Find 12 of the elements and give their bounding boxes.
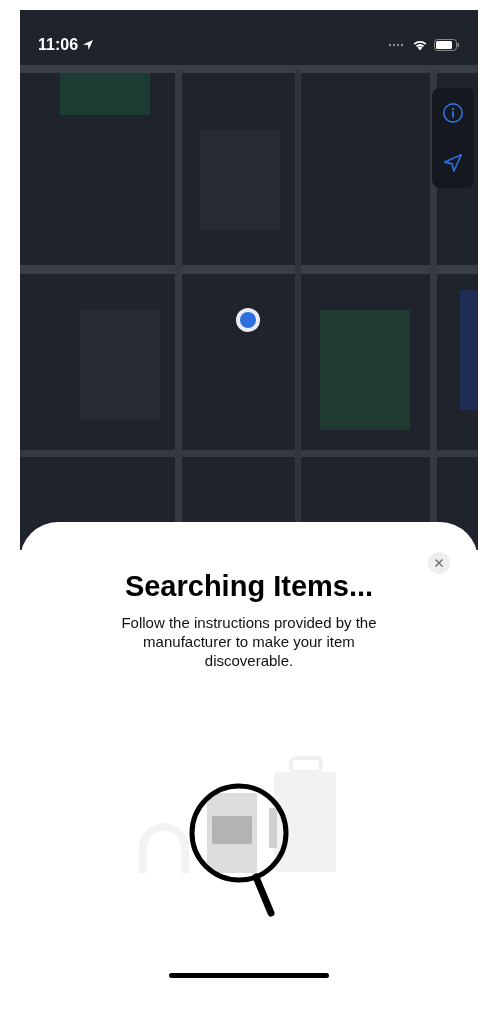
location-arrow-icon	[82, 39, 95, 51]
signal-icon	[386, 43, 406, 47]
status-time: 11:06	[38, 36, 79, 54]
sheet-title: Searching Items...	[124, 570, 374, 603]
wifi-icon	[412, 39, 428, 51]
close-icon	[434, 558, 444, 568]
close-button[interactable]	[428, 552, 450, 574]
info-icon	[442, 102, 464, 124]
current-location-dot	[236, 308, 260, 332]
location-arrow-icon	[442, 152, 464, 174]
battery-icon	[434, 39, 460, 51]
sheet-message: Follow the instructions provided by the manufacturer to make your item discoverable.	[120, 613, 378, 670]
